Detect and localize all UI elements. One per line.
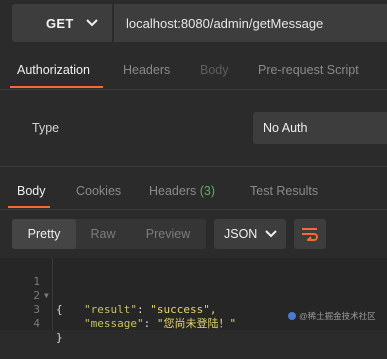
method-label: GET: [46, 15, 74, 31]
tab-pre-request-script[interactable]: Pre-request Script: [258, 63, 359, 77]
response-tab-headers[interactable]: Headers (3): [149, 184, 215, 198]
json-value: "success",: [150, 303, 217, 316]
format-select-value: JSON: [224, 227, 258, 241]
divider: [0, 89, 387, 90]
json-key: "result": [84, 303, 137, 316]
auth-type-select[interactable]: No Auth: [253, 112, 387, 144]
fold-icon[interactable]: ▼: [44, 289, 49, 303]
line-number: 2: [33, 289, 40, 302]
active-response-tab-indicator: [8, 206, 50, 208]
tab-headers[interactable]: Headers: [123, 63, 170, 77]
pretty-button[interactable]: Pretty: [12, 219, 76, 249]
response-tab-body[interactable]: Body: [17, 184, 46, 198]
active-tab-indicator: [10, 86, 103, 88]
response-tab-cookies[interactable]: Cookies: [76, 184, 121, 198]
raw-button[interactable]: Raw: [76, 219, 130, 249]
watermark: @稀土掘金技术社区: [288, 310, 376, 322]
format-select[interactable]: JSON: [214, 219, 286, 249]
code-text: "message": "您尚未登陆！": [84, 317, 237, 330]
method-dropdown[interactable]: GET: [12, 4, 112, 42]
url-text: localhost:8080/admin/getMessage: [126, 15, 324, 31]
code-line: 1 ▼ {: [0, 261, 62, 316]
code-line: 3 "message": "您尚未登陆！": [0, 289, 236, 330]
watermark-logo-icon: [288, 312, 296, 320]
json-key: "message": [84, 317, 144, 330]
line-number: 1: [33, 275, 40, 288]
code-line: 2 "result": "success",: [0, 275, 216, 316]
code-text: {: [56, 303, 63, 316]
auth-type-value: No Auth: [263, 121, 308, 135]
auth-type-label: Type: [32, 121, 60, 135]
code-text: }: [56, 331, 63, 344]
divider: [0, 209, 387, 210]
response-tab-headers-label: Headers: [149, 184, 197, 198]
tab-body[interactable]: Body: [200, 63, 229, 77]
line-number: 3: [33, 303, 40, 316]
wrap-lines-icon: [302, 228, 318, 241]
json-value: "您尚未登陆！": [156, 317, 237, 330]
watermark-text: @稀土掘金技术社区: [299, 311, 376, 321]
tab-authorization[interactable]: Authorization: [17, 63, 90, 77]
gutter-divider: [52, 258, 53, 330]
format-toggle-group: Pretty Raw Preview: [12, 219, 206, 249]
response-tab-test-results[interactable]: Test Results: [250, 184, 318, 198]
chevron-down-icon: [85, 19, 98, 27]
divider: [0, 166, 387, 167]
wrap-lines-button[interactable]: [294, 219, 326, 249]
request-tabs: Authorization Headers Body Pre-request S…: [0, 56, 387, 84]
line-number: 4: [33, 317, 40, 330]
preview-button[interactable]: Preview: [130, 219, 206, 249]
url-input[interactable]: localhost:8080/admin/getMessage: [114, 4, 387, 42]
headers-count-badge: (3): [199, 184, 216, 198]
code-line: 4 }: [0, 303, 62, 344]
code-text: "result": "success",: [84, 303, 217, 316]
chevron-down-icon: [265, 230, 278, 238]
